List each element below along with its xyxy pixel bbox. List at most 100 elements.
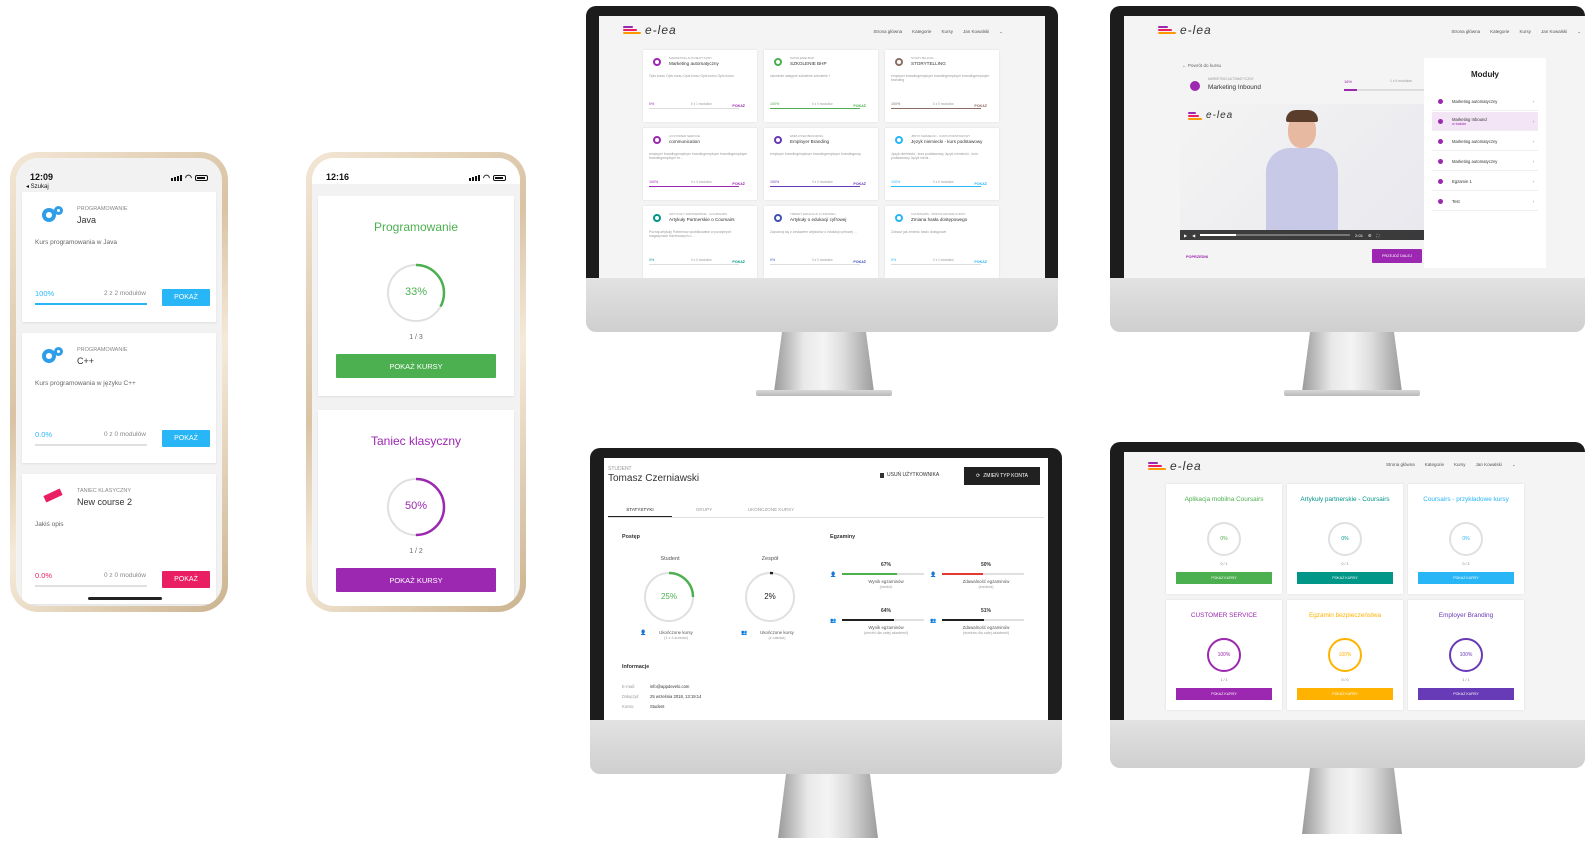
show-button[interactable]: POKAŻ xyxy=(853,104,866,108)
course-description: Zobacz jak zmienić hasło dostępowe xyxy=(891,230,947,234)
show-button[interactable]: POKAŻ xyxy=(162,571,210,588)
exam-stat: 👥 51% Zdawalność egzaminów (średnia dla cał… xyxy=(930,608,1032,648)
back-to-course-link[interactable]: ← Powrót do kursu xyxy=(1182,63,1221,68)
nav-categories[interactable]: Kategorie xyxy=(912,29,931,35)
monitor-display: e-lea Strona główna Kategorie Kursy Jan … xyxy=(1124,16,1585,278)
course-percent: 100% xyxy=(770,102,780,106)
course-category: TRENDY EDUKACJI CYFROWEJ xyxy=(790,212,836,216)
modules-title: Moduły xyxy=(1471,70,1499,79)
module-item[interactable]: Marketing automatyczny › xyxy=(1432,92,1538,111)
course-name: Java xyxy=(77,215,97,225)
tab-statistics[interactable]: STATYSTYKI xyxy=(608,502,672,517)
nav-categories[interactable]: Kategorie xyxy=(1425,462,1444,468)
module-item[interactable]: Marketing automatyczny › xyxy=(1432,152,1538,171)
course-description: Poznaj artykuły Partnerów opublikowane w… xyxy=(649,230,732,239)
fraction: 0 / 1 xyxy=(1341,562,1349,566)
exam-stat: 👤 67% Wynik egzaminów (średni) xyxy=(830,562,932,602)
course-icon xyxy=(895,58,903,66)
change-account-type-button[interactable]: ⟳ ZMIEŃ TYP KONTA xyxy=(964,467,1040,485)
show-courses-button[interactable]: POKAŻ KURSY xyxy=(1297,688,1393,700)
category-title: Taniec klasyczny xyxy=(370,434,462,448)
fullscreen-icon[interactable]: ⛶ xyxy=(1377,233,1380,238)
team-percent: 2% xyxy=(764,592,776,601)
settings-icon[interactable]: ⚙ xyxy=(1368,233,1372,238)
nav-home[interactable]: Strona główna xyxy=(1386,462,1415,468)
video-controls[interactable]: ▶ ◀ 2:01 ⚙ ⛶ xyxy=(1180,230,1426,240)
course-name: Marketing automatyczny xyxy=(669,61,719,66)
show-courses-button[interactable]: POKAŻ KURSY xyxy=(1176,572,1272,584)
show-courses-button[interactable]: POKAŻ KURSY xyxy=(1418,688,1514,700)
nav-home[interactable]: Strona główna xyxy=(1451,29,1480,35)
delete-user-button[interactable]: USUŃ UŻYTKOWNIKA xyxy=(880,472,939,478)
course-percent: 0% xyxy=(770,258,776,262)
show-button[interactable]: POKAŻ xyxy=(732,104,745,108)
tab-completed-courses[interactable]: UKOŃCZONE KURSY xyxy=(736,502,806,517)
lesson-percent: 16% xyxy=(1344,79,1353,84)
prev-button[interactable]: POPRZEDNI xyxy=(1186,255,1208,259)
progress-bar xyxy=(35,444,147,446)
next-button[interactable]: PRZEJDŹ DALEJ xyxy=(1372,249,1422,263)
show-courses-button[interactable]: POKAŻ KURSY xyxy=(336,354,496,378)
nav-courses[interactable]: Kursy xyxy=(1454,462,1466,468)
exam-bar-fill xyxy=(842,573,897,575)
course-icon xyxy=(895,136,903,144)
course-modules: 0 z 0 modułów xyxy=(812,180,833,184)
show-button[interactable]: POKAŻ xyxy=(732,260,745,264)
show-button[interactable]: POKAŻ xyxy=(853,182,866,186)
exam-caption: Zdawalność egzaminów xyxy=(962,579,1010,584)
show-button[interactable]: POKAŻ xyxy=(974,260,987,264)
course-icon xyxy=(895,214,903,222)
ring-percent: 33% xyxy=(404,286,428,298)
course-icon xyxy=(774,214,782,222)
category-title: Aplikacja mobilna Coursairs xyxy=(1184,496,1264,503)
chevron-down-icon[interactable]: ⌄ xyxy=(1512,462,1516,468)
nav-courses[interactable]: Kursy xyxy=(941,29,953,35)
show-courses-button[interactable]: POKAŻ KURSY xyxy=(1418,572,1514,584)
monitor-2: e-lea Strona główna Kategorie Kursy Jan … xyxy=(1110,6,1585,398)
module-item[interactable]: Marketing automatyczny › xyxy=(1432,132,1538,151)
course-description: employer brandingemployer brandingemploy… xyxy=(891,74,990,83)
tab-groups[interactable]: GRUPY xyxy=(672,502,736,517)
show-button[interactable]: POKAŻ xyxy=(732,182,745,186)
course-category: PROGRAMOWANIE xyxy=(77,206,128,212)
module-item[interactable]: Egzamin 1 › xyxy=(1432,172,1538,191)
show-button[interactable]: POKAŻ xyxy=(974,182,987,186)
show-courses-button[interactable]: POKAŻ KURSY xyxy=(336,568,496,592)
volume-icon[interactable]: ◀ xyxy=(1192,233,1195,238)
logo-icon xyxy=(1148,462,1166,470)
student-subcaption: (1 z 4 kursów) xyxy=(664,636,688,640)
video-player[interactable]: e-lea ▶ ◀ 2:01 ⚙ ⛶ xyxy=(1180,104,1426,240)
show-button[interactable]: POKAŻ xyxy=(974,104,987,108)
show-button[interactable]: POKAŻ xyxy=(162,289,210,306)
show-button[interactable]: POKAŻ xyxy=(162,430,210,447)
nav-user[interactable]: Jan Kowalski xyxy=(1541,29,1567,35)
module-item-active[interactable]: Marketing Inbound w trakcie › xyxy=(1432,112,1538,131)
student-caption: Ukończone kursy xyxy=(659,630,693,635)
chevron-icon: › xyxy=(1532,138,1534,144)
show-courses-button[interactable]: POKAŻ KURSY xyxy=(1176,688,1272,700)
nav-home[interactable]: Strona główna xyxy=(873,29,902,35)
chevron-down-icon[interactable]: ⌄ xyxy=(999,29,1003,35)
nav-courses[interactable]: Kursy xyxy=(1519,29,1531,35)
seek-bar[interactable] xyxy=(1200,234,1351,236)
course-icon xyxy=(653,58,661,66)
course-name: New course 2 xyxy=(77,497,133,507)
exam-bar xyxy=(942,619,1024,621)
nav-user[interactable]: Jan Kowalski xyxy=(1476,462,1502,468)
presenter-image xyxy=(1266,104,1338,230)
student-name: Tomasz Czerniawski xyxy=(608,473,700,484)
show-button[interactable]: POKAŻ xyxy=(853,260,866,264)
back-link[interactable]: ◂ Szukaj xyxy=(26,183,49,190)
logo: e-lea xyxy=(1148,459,1202,473)
nav-categories[interactable]: Kategorie xyxy=(1490,29,1509,35)
course-category: CUSTOMER SERVICE xyxy=(669,134,701,138)
module-item[interactable]: Test › xyxy=(1432,192,1538,211)
chevron-down-icon[interactable]: ⌄ xyxy=(1577,29,1581,35)
show-courses-button[interactable]: POKAŻ KURSY xyxy=(1297,572,1393,584)
nav-user[interactable]: Jan Kowalski xyxy=(963,29,989,35)
course-category: COURSAIRS - PRZYKŁADOWE KURSY xyxy=(911,212,966,216)
exam-caption: Wynik egzaminów xyxy=(868,625,904,630)
course-percent: 0.0% xyxy=(35,571,53,580)
play-icon[interactable]: ▶ xyxy=(1184,233,1187,238)
logo-icon xyxy=(623,26,641,34)
